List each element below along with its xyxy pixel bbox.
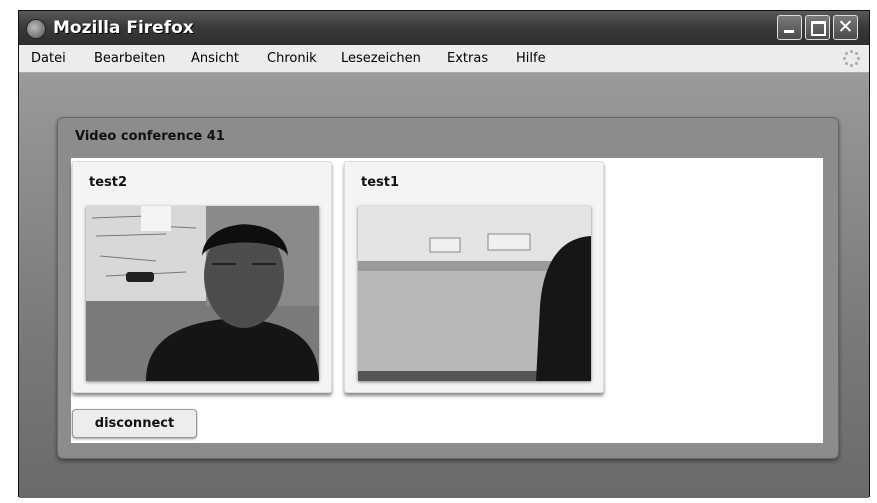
participant-name: test1: [361, 175, 400, 190]
minimize-button[interactable]: [777, 15, 802, 40]
participant-card: test2: [72, 161, 332, 393]
participant-video: [358, 206, 591, 381]
menu-label: Extras: [447, 51, 489, 66]
loading-throbber-icon: [843, 50, 861, 68]
participant-video: [86, 206, 319, 381]
firefox-icon: [26, 19, 46, 39]
disconnect-button[interactable]: disconnect: [72, 409, 197, 438]
window-title: Mozilla Firefox: [53, 18, 194, 38]
menu-lesezeichen[interactable]: Lesezeichen: [341, 51, 421, 66]
menu-label: Datei: [31, 51, 66, 66]
menu-label: Lesezeichen: [341, 51, 421, 66]
menu-label: Hilfe: [516, 51, 546, 66]
menu-label: Ansicht: [191, 51, 240, 66]
minimize-icon: [784, 30, 794, 33]
menu-bearbeiten[interactable]: Bearbeiten: [94, 51, 165, 66]
maximize-icon: [811, 21, 826, 36]
participant-card: test1: [344, 161, 604, 393]
conference-title: Video conference 41: [75, 129, 225, 144]
menu-label: Bearbeiten: [94, 51, 166, 66]
close-button[interactable]: ✕: [833, 15, 858, 40]
conference-body: test2 test1 disconnect: [71, 158, 823, 443]
menu-bar: Datei Bearbeiten Ansicht Chronik Lesezei…: [19, 45, 869, 73]
menu-ansicht[interactable]: Ansicht: [191, 51, 239, 66]
title-bar[interactable]: Mozilla Firefox ✕: [19, 11, 869, 45]
participant-name: test2: [89, 175, 128, 190]
conference-panel: Video conference 41 test2 test1 disconne…: [57, 117, 839, 459]
video-feed-image: [86, 206, 319, 381]
maximize-button[interactable]: [805, 15, 830, 40]
menu-datei[interactable]: Datei: [31, 51, 66, 66]
video-feed-image: [358, 206, 591, 381]
menu-extras[interactable]: Extras: [447, 51, 488, 66]
page-content: Video conference 41 test2 test1 disconne…: [19, 73, 869, 498]
menu-hilfe[interactable]: Hilfe: [516, 51, 546, 66]
menu-label: Chronik: [267, 51, 317, 66]
close-icon: ✕: [837, 16, 854, 38]
menu-chronik[interactable]: Chronik: [267, 51, 317, 66]
browser-window: Mozilla Firefox ✕ Datei Bearbeiten Ansic…: [18, 10, 870, 498]
